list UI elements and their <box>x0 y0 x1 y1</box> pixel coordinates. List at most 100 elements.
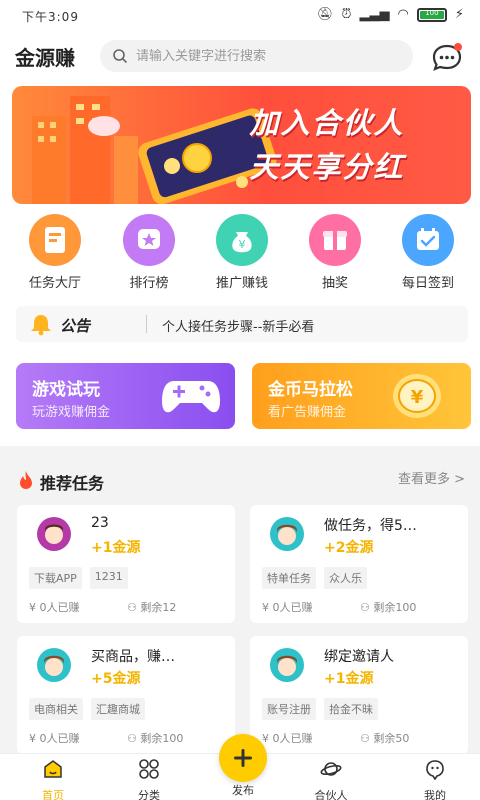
task-tags: 特单任务 众人乐 <box>262 567 367 589</box>
task-tag: 电商相关 <box>29 698 83 720</box>
task-tags: 电商相关 汇趣商城 <box>29 698 145 720</box>
svg-text:¥: ¥ <box>411 387 424 408</box>
money-bag-icon: ¥ <box>216 214 268 266</box>
wifi-icon: ◠ <box>397 7 409 22</box>
gift-icon <box>309 214 361 266</box>
notice-text[interactable]: 个人接任务步骤--新手必看 <box>162 316 314 335</box>
task-earned: ¥ 0人已赚 <box>262 732 313 745</box>
category-icon <box>139 759 159 779</box>
task-tags: 账号注册 拾金不昧 <box>262 698 378 720</box>
nav-ranking[interactable]: 排行榜 <box>104 214 194 291</box>
notice-bar[interactable]: 公告 个人接任务步骤--新手必看 <box>16 306 468 342</box>
notice-divider <box>146 315 147 333</box>
tab-label: 首页 <box>42 789 64 800</box>
task-earned: ¥ 0人已赚 <box>29 601 80 614</box>
task-remaining: ⚇ 剩余50 <box>360 730 409 746</box>
task-name: 绑定邀请人 <box>324 649 394 665</box>
view-more-link[interactable]: 查看更多 > <box>398 468 465 487</box>
task-tag: 汇趣商城 <box>91 698 145 720</box>
person-icon: ⚇ <box>360 732 374 745</box>
task-hall-icon <box>29 214 81 266</box>
tab-mine[interactable]: 我的 <box>400 758 470 800</box>
nav-daily-checkin[interactable]: 每日签到 <box>383 214 473 291</box>
task-name: 买商品，赚… <box>91 649 175 665</box>
task-name: 做任务，得5… <box>324 518 417 534</box>
task-card[interactable]: 做任务，得5… +2金源 特单任务 众人乐 ¥ 0人已赚 ⚇ 剩余100 <box>250 505 468 623</box>
task-card[interactable]: 买商品，赚… +5金源 电商相关 汇趣商城 ¥ 0人已赚 ⚇ 剩余100 <box>17 636 235 754</box>
task-tags: 下载APP 1231 <box>29 567 128 589</box>
promo-title: 游戏试玩 <box>32 380 100 400</box>
promo-subtitle: 玩游戏赚佣金 <box>32 405 111 420</box>
promo-game-trial[interactable]: 游戏试玩 玩游戏赚佣金 <box>16 363 235 429</box>
task-remaining-text: 剩余50 <box>373 732 410 745</box>
person-icon: ⚇ <box>127 601 141 614</box>
partner-banner[interactable]: 加入合伙人 天天享分红 <box>12 86 471 204</box>
tab-label: 合伙人 <box>314 789 348 800</box>
app-title: 金源赚 <box>15 46 75 70</box>
plus-icon <box>234 749 252 767</box>
ranking-icon <box>123 214 175 266</box>
nav-label: 抽奖 <box>321 276 348 291</box>
notice-title: 公告 <box>60 317 91 335</box>
nav-label: 排行榜 <box>129 276 169 291</box>
fire-icon <box>20 471 32 489</box>
signal-icon: ▂▃▅ <box>359 7 390 22</box>
user-face-icon <box>426 760 444 781</box>
nav-label: 每日签到 <box>401 276 454 291</box>
avatar <box>37 648 71 682</box>
search-bar[interactable] <box>100 40 413 72</box>
charging-icon: ⚡ <box>454 7 464 22</box>
task-remaining: ⚇ 剩余12 <box>127 599 176 615</box>
tab-partner[interactable]: 合伙人 <box>296 758 366 800</box>
svg-text:¥: ¥ <box>239 238 246 251</box>
task-tag: 1231 <box>89 567 128 589</box>
coin-icon: ¥ <box>393 374 441 418</box>
task-remaining-text: 剩余12 <box>140 601 177 614</box>
task-card[interactable]: 23 +1金源 下载APP 1231 ¥ 0人已赚 ⚇ 剩余12 <box>17 505 235 623</box>
publish-label: 发布 <box>232 784 254 797</box>
search-input[interactable] <box>136 48 396 64</box>
battery-level: 100 <box>425 8 439 17</box>
task-remaining: ⚇ 剩余100 <box>360 599 416 615</box>
mute-icon: 🔕︎ <box>316 7 334 22</box>
task-earned: ¥ 0人已赚 <box>29 732 80 745</box>
bell-icon <box>31 315 51 336</box>
task-reward: +1金源 <box>324 671 374 687</box>
task-earned: ¥ 0人已赚 <box>262 601 313 614</box>
recommend-title: 推荐任务 <box>40 474 105 493</box>
battery-icon: 100 <box>416 7 447 22</box>
tab-label: 分类 <box>138 789 160 800</box>
banner-line2: 天天享分红 <box>249 150 405 184</box>
nav-label: 任务大厅 <box>28 276 81 291</box>
message-icon[interactable] <box>430 40 464 74</box>
task-name: 23 <box>91 515 109 531</box>
task-reward: +2金源 <box>324 540 374 556</box>
promo-subtitle: 看广告赚佣金 <box>268 405 347 420</box>
tab-label: 我的 <box>424 789 446 800</box>
promo-title: 金币马拉松 <box>268 380 353 400</box>
header: 金源赚 <box>0 34 480 80</box>
tab-category[interactable]: 分类 <box>114 758 184 800</box>
task-tag: 账号注册 <box>262 698 316 720</box>
publish-button[interactable] <box>219 734 267 782</box>
nav-promote[interactable]: ¥ 推广赚钱 <box>197 214 287 291</box>
promo-coin-marathon[interactable]: 金币马拉松 看广告赚佣金 ¥ <box>252 363 471 429</box>
avatar <box>270 648 304 682</box>
planet-icon <box>320 762 342 776</box>
nav-task-hall[interactable]: 任务大厅 <box>10 214 100 291</box>
alarm-icon: ⏰︎ <box>341 7 352 22</box>
nav-lottery[interactable]: 抽奖 <box>290 214 380 291</box>
task-reward: +1金源 <box>91 540 141 556</box>
status-bar: 下午3:09 🔕︎ ⏰︎ ▂▃▅ ◠ 100 ⚡ <box>0 0 480 34</box>
task-card[interactable]: 绑定邀请人 +1金源 账号注册 拾金不昧 ¥ 0人已赚 ⚇ 剩余50 <box>250 636 468 754</box>
tab-home[interactable]: 首页 <box>18 758 88 800</box>
status-time: 下午3:09 <box>22 10 79 24</box>
avatar <box>270 517 304 551</box>
search-icon <box>113 49 127 63</box>
task-tag: 拾金不昧 <box>324 698 378 720</box>
home-icon <box>44 760 62 778</box>
task-tag: 下载APP <box>29 567 82 589</box>
task-reward: +5金源 <box>91 671 141 687</box>
status-icons: 🔕︎ ⏰︎ ▂▃▅ ◠ 100 ⚡ <box>317 7 464 22</box>
quick-nav: 任务大厅 排行榜 ¥ 推广赚钱 抽奖 每日签到 <box>0 214 480 298</box>
